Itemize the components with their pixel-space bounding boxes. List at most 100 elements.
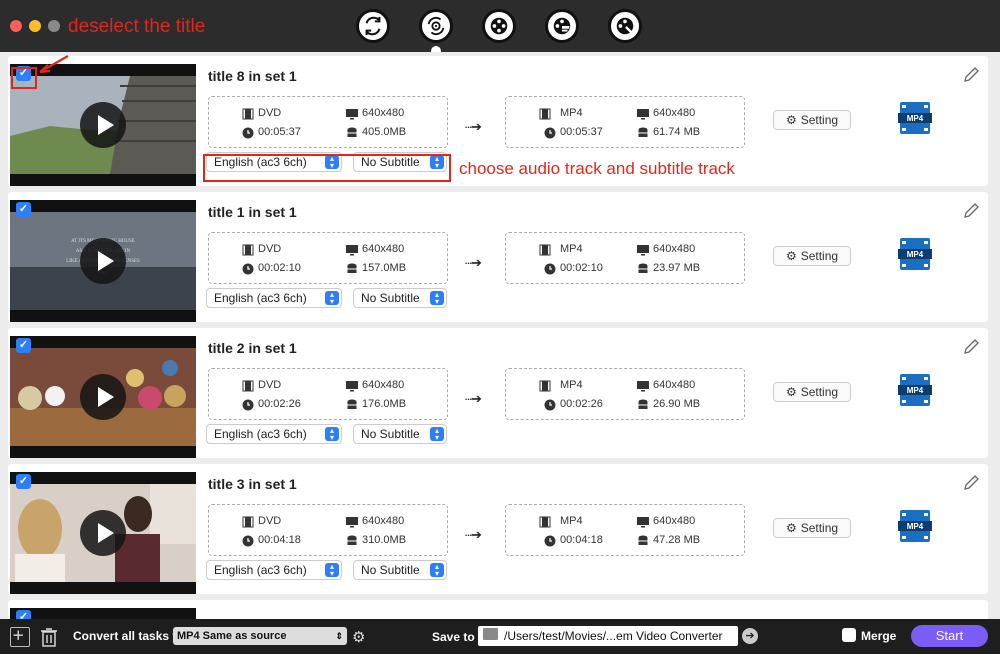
delete-button[interactable]: [39, 627, 59, 647]
play-button[interactable]: [80, 102, 126, 148]
resolution-icon: [346, 381, 358, 392]
audio-track-select[interactable]: English (ac3 6ch) ▴ ▾: [206, 424, 342, 444]
title-checkbox[interactable]: ✓: [16, 474, 31, 489]
svg-text:MP4: MP4: [907, 250, 924, 259]
mp4-format-icon[interactable]: MP4: [898, 374, 932, 406]
edit-pencil-icon[interactable]: [962, 202, 980, 220]
output-format-select[interactable]: MP4 Same as source ⇕: [173, 627, 347, 645]
zoom-window-button[interactable]: [48, 20, 60, 32]
title-checkbox[interactable]: ✓: [16, 338, 31, 353]
row-title: title 2 in set 1: [208, 340, 297, 356]
title-bar: deselect the title: [0, 0, 1000, 56]
setting-label: Setting: [800, 521, 839, 535]
play-button[interactable]: [80, 374, 126, 420]
play-button[interactable]: [80, 238, 126, 284]
resolution-icon: [637, 517, 649, 528]
source-format: DVD: [258, 379, 282, 391]
film-strip-icon: [242, 380, 254, 392]
dvd-convert-icon[interactable]: [419, 9, 453, 43]
title-row: ✓ title 2 in set 1 DVD 640x480 00:02:26 …: [8, 328, 988, 458]
source-info-box: DVD 640x480 00:04:18 310.0MB: [208, 504, 448, 556]
close-window-button[interactable]: [10, 20, 22, 32]
subtitle-track-select[interactable]: No Subtitle ▴ ▾: [353, 424, 447, 444]
arrow-icon: ···➔: [464, 391, 482, 406]
play-button[interactable]: [80, 510, 126, 556]
audio-track-value: English (ac3 6ch): [214, 563, 307, 577]
subtitle-track-select[interactable]: No Subtitle ▴ ▾: [353, 288, 447, 308]
save-path-field[interactable]: /Users/test/Movies/...em Video Converter: [478, 626, 738, 646]
format-settings-gear-icon[interactable]: ⚙: [352, 628, 365, 646]
subtitle-track-select[interactable]: No Subtitle ▴ ▾: [353, 560, 447, 580]
resolution-icon: [637, 381, 649, 392]
source-size: 310.0MB: [362, 534, 407, 546]
setting-label: Setting: [800, 113, 839, 127]
source-size: 176.0MB: [362, 398, 407, 410]
output-duration: 00:02:10: [560, 262, 603, 274]
title-list: ✓ title 8 in set 1 DVD 640x480 00:05:37 …: [0, 52, 1000, 619]
row-title: title 3 in set 1: [208, 476, 297, 492]
annotation-checkbox-highlight: [11, 67, 37, 89]
merge-checkbox[interactable]: [842, 628, 856, 642]
film-strip-icon: [242, 516, 254, 528]
database-icon: [347, 263, 357, 273]
gear-icon: ⚙: [785, 113, 797, 127]
film-strip-icon: [242, 108, 254, 120]
start-button[interactable]: Start: [911, 625, 988, 647]
output-format-value: MP4 Same as source: [177, 630, 287, 642]
film-strip-icon: [242, 244, 254, 256]
audio-track-value: English (ac3 6ch): [214, 291, 307, 305]
convert-icon[interactable]: [356, 9, 390, 43]
film-strip-icon: [539, 244, 551, 256]
row-title: title 8 in set 1: [208, 68, 297, 84]
clock-icon: [242, 535, 254, 547]
source-resolution: 640x480: [362, 243, 405, 255]
source-info-box: DVD 640x480 00:02:26 176.0MB: [208, 368, 448, 420]
setting-button[interactable]: ⚙ Setting: [773, 110, 851, 130]
audio-track-select[interactable]: English (ac3 6ch) ▴ ▾: [206, 288, 342, 308]
merge-label: Merge: [861, 629, 897, 643]
open-folder-arrow-icon[interactable]: ➔: [742, 628, 758, 644]
film-search-icon[interactable]: [608, 9, 642, 43]
video-thumbnail[interactable]: [10, 64, 196, 186]
video-thumbnail[interactable]: [10, 472, 196, 594]
clock-icon: [544, 399, 556, 411]
source-info-box: DVD 640x480 00:02:10 157.0MB: [208, 232, 448, 284]
annotation-choose-tracks: choose audio track and subtitle track: [459, 159, 735, 178]
gear-icon: ⚙: [785, 521, 797, 535]
mp4-format-icon[interactable]: MP4: [898, 510, 932, 542]
source-resolution: 640x480: [362, 515, 405, 527]
source-duration: 00:02:10: [258, 262, 301, 274]
setting-button[interactable]: ⚙ Setting: [773, 518, 851, 538]
title-checkbox[interactable]: ✓: [16, 610, 31, 619]
database-icon: [347, 535, 357, 545]
output-duration: 00:02:26: [560, 398, 603, 410]
svg-text:MP4: MP4: [907, 114, 924, 123]
output-size: 47.28 MB: [653, 534, 701, 546]
source-resolution: 640x480: [362, 107, 405, 119]
video-thumbnail[interactable]: [10, 336, 196, 458]
resolution-icon: [346, 245, 358, 256]
setting-button[interactable]: ⚙ Setting: [773, 382, 851, 402]
title-checkbox[interactable]: ✓: [16, 202, 31, 217]
film-strip-icon: [539, 108, 551, 120]
arrow-icon: ···➔: [464, 119, 482, 134]
video-thumbnail[interactable]: [10, 608, 196, 619]
clock-icon: [242, 399, 254, 411]
database-icon: [638, 399, 648, 409]
film-edit-icon[interactable]: [545, 9, 579, 43]
edit-pencil-icon[interactable]: [962, 66, 980, 84]
svg-text:MP4: MP4: [907, 386, 924, 395]
source-format: DVD: [258, 515, 282, 527]
audio-track-select[interactable]: English (ac3 6ch) ▴ ▾: [206, 560, 342, 580]
output-format: MP4: [560, 107, 583, 119]
setting-button[interactable]: ⚙ Setting: [773, 246, 851, 266]
edit-pencil-icon[interactable]: [962, 338, 980, 356]
output-size: 26.90 MB: [653, 398, 701, 410]
mp4-format-icon[interactable]: MP4: [898, 102, 932, 134]
video-thumbnail[interactable]: AT ITS MOST BASIC HOUSE AS A PLACE WE AR…: [10, 200, 196, 322]
edit-pencil-icon[interactable]: [962, 474, 980, 492]
mp4-format-icon[interactable]: MP4: [898, 238, 932, 270]
add-file-button[interactable]: [10, 627, 30, 647]
minimize-window-button[interactable]: [29, 20, 41, 32]
film-reel-icon[interactable]: [482, 9, 516, 43]
